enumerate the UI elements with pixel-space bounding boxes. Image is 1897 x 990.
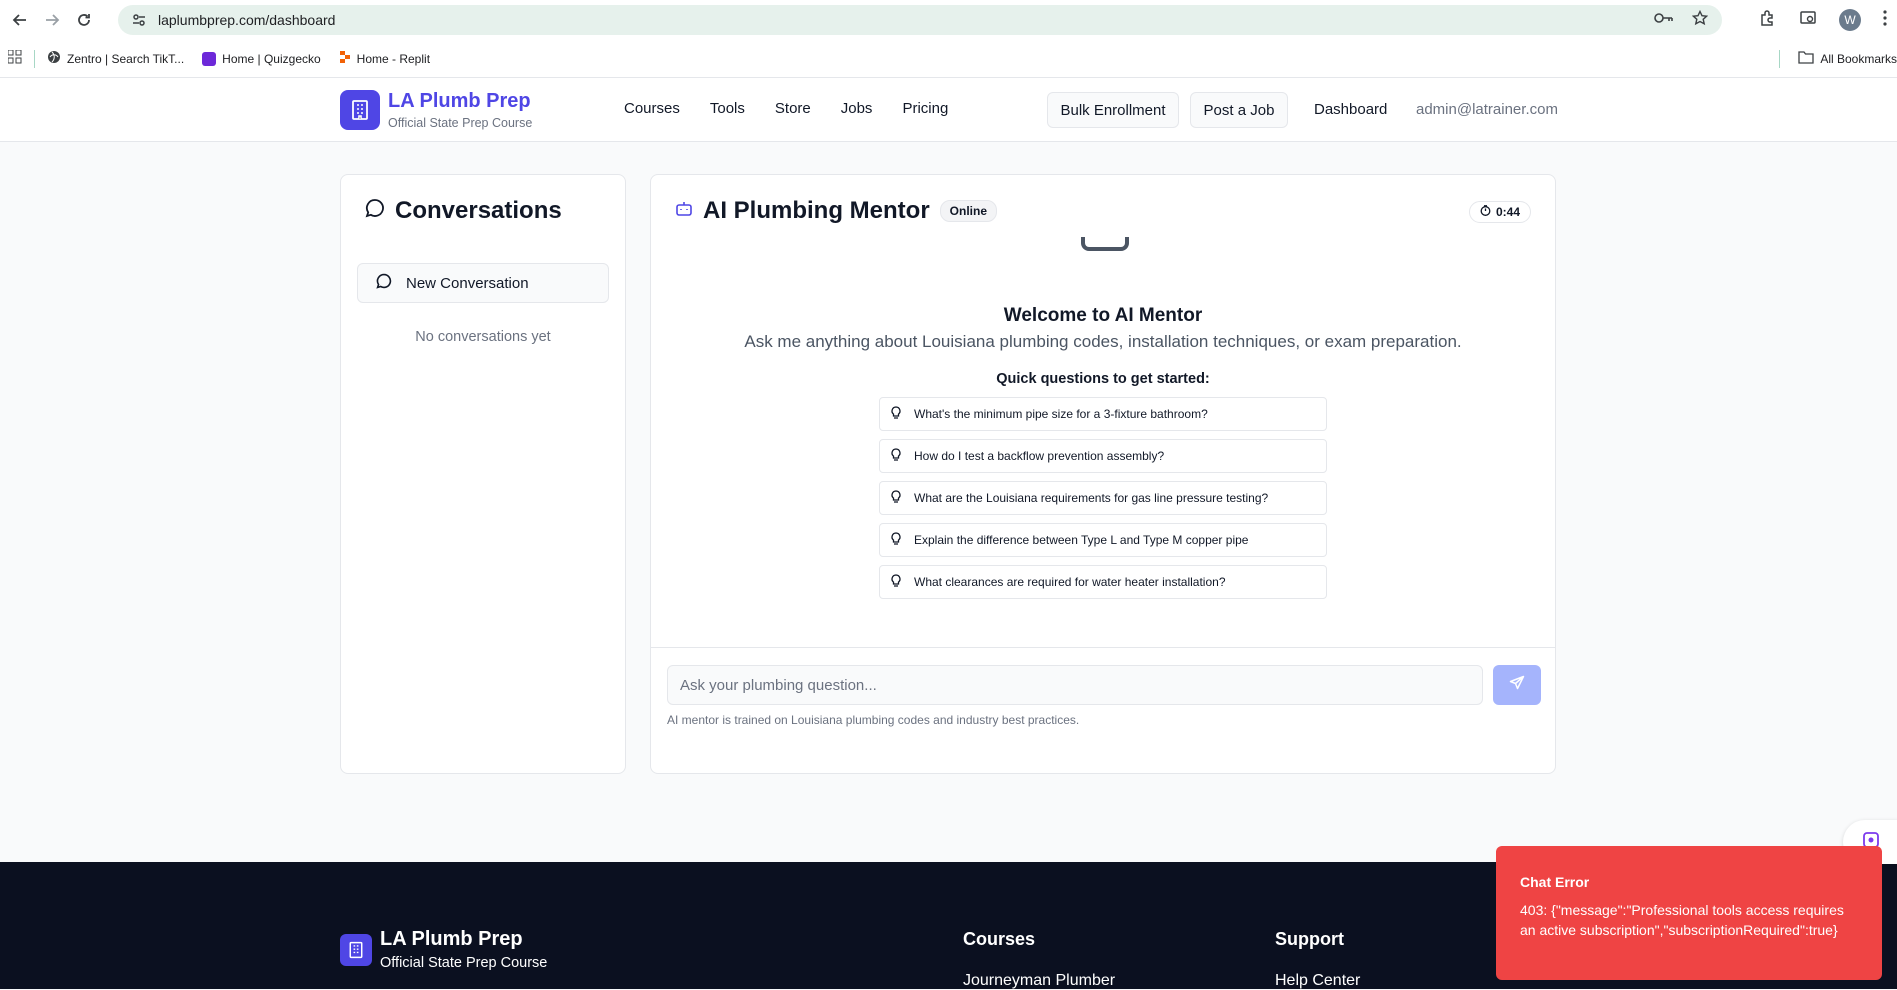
brand-name[interactable]: LA Plumb Prep [388,90,531,113]
bookmark-star-icon[interactable] [1691,9,1709,31]
conversations-panel: Conversations New Conversation No conver… [340,174,626,774]
bookmark-label: Zentro | Search TikT... [67,51,185,66]
main-nav: Courses Tools Store Jobs Pricing [624,100,978,117]
chat-bubble-icon [376,273,392,293]
password-key-icon[interactable] [1654,11,1674,30]
quizgecko-icon [202,51,217,66]
toast-message: 403: {"message":"Professional tools acce… [1520,902,1844,938]
quick-questions-list: What's the minimum pipe size for a 3-fix… [879,397,1327,607]
divider [651,647,1555,648]
nav-jobs[interactable]: Jobs [841,100,873,117]
bulk-enrollment-button[interactable]: Bulk Enrollment [1047,92,1179,128]
all-bookmarks-label: All Bookmarks [1820,51,1897,66]
user-email: admin@latrainer.com [1416,101,1558,118]
quick-question-text: How do I test a backflow prevention asse… [914,449,1165,463]
quick-question-text: What clearances are required for water h… [914,575,1226,589]
nav-pricing[interactable]: Pricing [902,100,948,117]
mentor-header: AI Plumbing Mentor Online [675,197,997,225]
lightbulb-icon [890,531,902,549]
robot-icon [675,200,693,223]
bookmark-label: Home - Replit [356,51,431,66]
mentor-title: AI Plumbing Mentor [703,197,930,224]
empty-conversations-text: No conversations yet [415,329,551,345]
site-header: LA Plumb Prep Official State Prep Course… [0,78,1897,142]
bookmark-quizgecko[interactable]: Home | Quizgecko [202,51,321,66]
footer-support-title: Support [1275,929,1344,949]
lightbulb-icon [890,489,902,507]
url-text[interactable]: laplumbprep.com/dashboard [158,12,335,28]
footer-brand-name: LA Plumb Prep [380,928,523,950]
bookmark-separator [34,49,35,68]
footer-link-journeyman[interactable]: Journeyman Plumber [963,972,1115,990]
quick-questions-label: Quick questions to get started: [996,371,1210,387]
quick-question-text: What are the Louisiana requirements for … [914,491,1269,505]
bookmarks-bar: Zentro | Search TikT... Home | Quizgecko… [0,40,1897,78]
back-icon[interactable] [6,6,34,34]
robot-illustration-icon [1081,237,1129,251]
session-timer: 0:44 [1468,201,1531,223]
new-conversation-button[interactable]: New Conversation [357,263,609,303]
lightbulb-icon [890,573,902,591]
post-job-button[interactable]: Post a Job [1190,92,1288,128]
profile-avatar[interactable]: W [1839,9,1861,31]
reload-icon[interactable] [70,6,98,34]
site-settings-icon[interactable] [130,11,148,29]
conversations-title: Conversations [395,197,562,224]
folder-icon [1798,50,1814,67]
error-toast[interactable]: Chat Error 403: {"message":"Professional… [1496,846,1882,980]
quick-question[interactable]: How do I test a backflow prevention asse… [879,439,1327,473]
address-bar[interactable]: laplumbprep.com/dashboard [118,5,1722,35]
welcome-subtitle: Ask me anything about Louisiana plumbing… [744,332,1462,351]
dashboard-link[interactable]: Dashboard [1314,101,1387,118]
new-conversation-label: New Conversation [406,274,529,292]
bookmark-separator [1779,49,1781,68]
quick-question[interactable]: What clearances are required for water h… [879,565,1327,599]
bookmark-label: Home | Quizgecko [222,51,321,66]
quick-question-text: Explain the difference between Type L an… [914,533,1249,547]
brand-subtitle: Official State Prep Course [388,116,533,130]
welcome-title: Welcome to AI Mentor [1003,305,1203,326]
replit-icon [339,50,351,67]
nav-tools[interactable]: Tools [710,100,745,117]
bookmark-replit[interactable]: Home - Replit [339,50,430,67]
status-badge: Online [939,200,997,222]
send-button[interactable] [1493,665,1541,705]
toast-title: Chat Error [1520,874,1590,890]
bookmark-zentro[interactable]: Zentro | Search TikT... [47,50,184,67]
lightbulb-icon [890,405,902,423]
conversations-heading: Conversations [365,197,562,225]
send-icon [1509,675,1525,696]
quick-question-text: What's the minimum pipe size for a 3-fix… [914,407,1208,421]
chat-bubble-icon [365,197,385,225]
footer-courses-title: Courses [963,929,1036,949]
quick-question[interactable]: What are the Louisiana requirements for … [879,481,1327,515]
extensions-icon[interactable] [1759,9,1777,32]
chat-input[interactable] [667,665,1483,705]
building-logo-icon [340,934,372,966]
reading-mode-icon[interactable] [1799,9,1817,32]
nav-courses[interactable]: Courses [624,100,680,117]
lightbulb-icon [890,447,902,465]
timer-value: 0:44 [1495,205,1520,219]
browser-toolbar: laplumbprep.com/dashboard W [0,0,1897,40]
nav-store[interactable]: Store [775,100,811,117]
quick-question[interactable]: What's the minimum pipe size for a 3-fix… [879,397,1327,431]
menu-dots-icon[interactable] [1883,9,1887,31]
quick-question[interactable]: Explain the difference between Type L an… [879,523,1327,557]
chat-footnote: AI mentor is trained on Louisiana plumbi… [667,713,1080,727]
apps-grid-icon[interactable] [7,49,22,67]
globe-icon [47,50,61,67]
footer-brand-subtitle: Official State Prep Course [380,955,548,971]
timer-icon [1480,205,1491,219]
all-bookmarks[interactable]: All Bookmarks [1767,49,1897,68]
building-logo-icon[interactable] [340,90,380,130]
forward-icon[interactable] [38,6,66,34]
mentor-panel: AI Plumbing Mentor Online 0:44 Welcome t… [650,174,1556,774]
footer-link-help-center[interactable]: Help Center [1275,972,1360,990]
